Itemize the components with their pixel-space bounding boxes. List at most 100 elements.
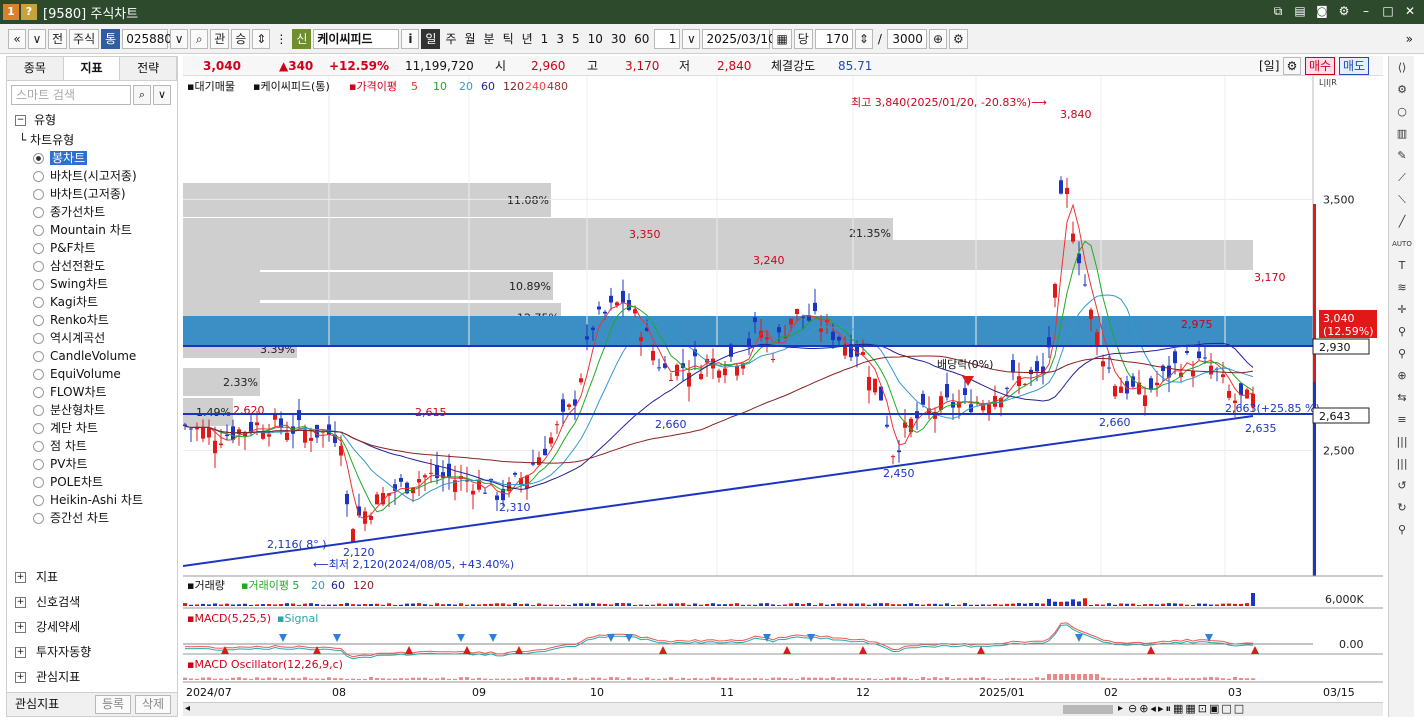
- zoom-in-icon[interactable]: ⊕: [928, 28, 947, 49]
- tree-subsection[interactable]: └ 차트유형: [7, 131, 177, 149]
- drawing-tool-icon[interactable]: ○: [1392, 102, 1412, 122]
- chart-type-option[interactable]: P&F차트: [7, 239, 177, 257]
- tab-stocks[interactable]: 종목: [7, 57, 64, 80]
- radio-icon[interactable]: [33, 513, 44, 524]
- chart-type-option[interactable]: Swing차트: [7, 275, 177, 293]
- count-spin-icon[interactable]: ⇕: [854, 28, 873, 49]
- period-tick[interactable]: 틱: [500, 29, 517, 49]
- stock-name-field[interactable]: 케이씨피드: [313, 28, 400, 49]
- radio-icon[interactable]: [33, 207, 44, 218]
- interest-button[interactable]: 관: [210, 28, 230, 49]
- chart-type-option[interactable]: 바차트(시고저종): [7, 167, 177, 185]
- calendar-icon[interactable]: ▦: [772, 28, 792, 49]
- drawing-tool-icon[interactable]: ↻: [1392, 498, 1412, 518]
- chart-type-option[interactable]: CandleVolume: [7, 347, 177, 365]
- chart-type-option[interactable]: 분산형차트: [7, 401, 177, 419]
- expand-icon[interactable]: +: [15, 572, 26, 583]
- radio-icon[interactable]: [33, 153, 44, 164]
- maximize-icon[interactable]: □: [1380, 3, 1396, 19]
- radio-icon[interactable]: [33, 225, 44, 236]
- indicator-group[interactable]: + 강세약세: [7, 615, 177, 640]
- stock-type-button[interactable]: 주식: [69, 28, 100, 49]
- chart-type-option[interactable]: FLOW차트: [7, 383, 177, 401]
- period-month[interactable]: 월: [461, 29, 478, 49]
- indicator-group[interactable]: + 지표: [7, 565, 177, 590]
- tab-indicators[interactable]: 지표: [63, 57, 121, 80]
- radio-icon[interactable]: [33, 459, 44, 470]
- radio-icon[interactable]: [33, 441, 44, 452]
- chart-type-option[interactable]: Renko차트: [7, 311, 177, 329]
- chart-type-option[interactable]: 종가선차트: [7, 203, 177, 221]
- scroll-thumb[interactable]: [1063, 705, 1113, 714]
- radio-icon[interactable]: [33, 297, 44, 308]
- radio-icon[interactable]: [33, 261, 44, 272]
- drawing-tool-icon[interactable]: ⇆: [1392, 388, 1412, 408]
- unit-dropdown-icon[interactable]: ∨: [682, 28, 701, 49]
- market-all-button[interactable]: 전: [48, 28, 68, 49]
- scroll-right-icon[interactable]: ▸: [1118, 703, 1123, 714]
- drawing-tool-icon[interactable]: ⚲: [1392, 322, 1412, 342]
- scroll-left-icon[interactable]: ◂: [185, 703, 190, 714]
- expand-icon[interactable]: +: [15, 672, 26, 683]
- price-chart[interactable]: 11.08%21.35%2.30%2.23%10.89%12.75%3.39%2…: [183, 76, 1383, 716]
- indicator-group[interactable]: + 투자자동향: [7, 640, 177, 665]
- collapse-icon[interactable]: −: [15, 115, 26, 126]
- count-input[interactable]: 170: [814, 28, 853, 49]
- settings-icon[interactable]: ⚙: [949, 28, 968, 49]
- chevron-down-icon[interactable]: ∨: [153, 85, 171, 105]
- radio-icon[interactable]: [33, 279, 44, 290]
- prev-double-button[interactable]: «: [8, 28, 26, 49]
- seung-button[interactable]: 승: [231, 28, 251, 49]
- tree-section-type[interactable]: − 유형: [7, 109, 177, 131]
- gear-icon[interactable]: ⚙: [1336, 3, 1352, 19]
- expand-icon[interactable]: +: [15, 647, 26, 658]
- drawing-tool-icon[interactable]: |||: [1392, 432, 1412, 452]
- radio-icon[interactable]: [33, 351, 44, 362]
- smart-search-input[interactable]: 스마트 검색: [11, 85, 131, 105]
- dang-button[interactable]: 당: [793, 28, 813, 49]
- radio-icon[interactable]: [33, 189, 44, 200]
- radio-icon[interactable]: [33, 387, 44, 398]
- search-icon[interactable]: ⌕: [190, 28, 209, 49]
- radio-icon[interactable]: [33, 423, 44, 434]
- chart-type-option[interactable]: Heikin-Ashi 차트: [7, 491, 177, 509]
- interval-1[interactable]: 1: [538, 29, 552, 49]
- chart-type-option[interactable]: PV차트: [7, 455, 177, 473]
- chart-type-option[interactable]: 삼선전환도: [7, 257, 177, 275]
- close-icon[interactable]: ✕: [1402, 3, 1418, 19]
- radio-icon[interactable]: [33, 477, 44, 488]
- help-icon[interactable]: ?: [21, 4, 37, 20]
- camera-icon[interactable]: ◙: [1314, 3, 1330, 19]
- spin-icon[interactable]: ⇕: [252, 28, 271, 49]
- chart-type-option[interactable]: 점 차트: [7, 437, 177, 455]
- interval-30[interactable]: 30: [608, 29, 629, 49]
- memo-icon[interactable]: ▤: [1292, 3, 1308, 19]
- drawing-tool-icon[interactable]: ⟨⟩: [1392, 58, 1412, 78]
- link-icon[interactable]: ⧉: [1270, 3, 1286, 19]
- period-year[interactable]: 년: [519, 29, 536, 49]
- settings-icon[interactable]: ⚙: [1283, 57, 1301, 75]
- interval-5[interactable]: 5: [569, 29, 583, 49]
- radio-icon[interactable]: [33, 405, 44, 416]
- chart-type-option[interactable]: EquiVolume: [7, 365, 177, 383]
- chart-type-option[interactable]: 증간선 차트: [7, 509, 177, 527]
- chart-type-option[interactable]: 계단 차트: [7, 419, 177, 437]
- zoom-controls[interactable]: ⊖⊕◂▸⏸▦▦⊡▣□□: [1128, 702, 1246, 716]
- tong-button[interactable]: 통: [101, 28, 121, 49]
- chart-type-option[interactable]: 바차트(고저종): [7, 185, 177, 203]
- drawing-tool-icon[interactable]: |||: [1392, 454, 1412, 474]
- period-minute[interactable]: 분: [481, 29, 498, 49]
- date-input[interactable]: 2025/03/10: [702, 28, 776, 49]
- radio-icon[interactable]: [33, 171, 44, 182]
- drawing-tool-icon[interactable]: ⟋: [1392, 168, 1412, 188]
- code-dropdown-icon[interactable]: ∨: [170, 28, 189, 49]
- buy-button[interactable]: 매수: [1305, 57, 1336, 75]
- interval-3[interactable]: 3: [553, 29, 567, 49]
- drawing-tool-icon[interactable]: T: [1392, 256, 1412, 276]
- chart-type-option[interactable]: 봉차트: [7, 149, 177, 167]
- info-icon[interactable]: i: [401, 28, 420, 49]
- radio-icon[interactable]: [33, 333, 44, 344]
- period-day[interactable]: 일: [421, 28, 441, 49]
- radio-icon[interactable]: [33, 243, 44, 254]
- expand-icon[interactable]: +: [15, 622, 26, 633]
